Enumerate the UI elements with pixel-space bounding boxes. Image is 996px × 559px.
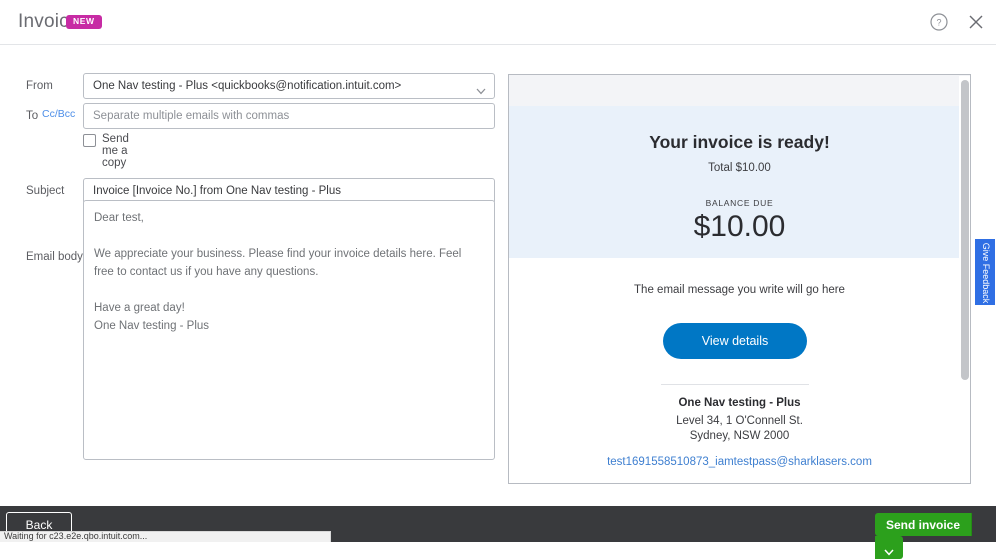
status-bar-text: Waiting for c23.e2e.qbo.intuit.com...	[4, 531, 147, 541]
browser-status-bar: Waiting for c23.e2e.qbo.intuit.com...	[0, 531, 331, 542]
help-circle-icon[interactable]: ?	[928, 11, 950, 33]
preview-divider	[661, 384, 809, 385]
send-invoice-button[interactable]: Send invoice	[875, 513, 971, 536]
email-form: From To Cc/Bcc Send me a copy Subject In…	[0, 45, 506, 497]
send-invoice-dropdown-button[interactable]	[875, 536, 903, 559]
new-badge: NEW	[66, 15, 102, 29]
preview-message-placeholder: The email message you write will go here	[509, 284, 970, 296]
preview-scrollbar-track[interactable]	[959, 76, 971, 484]
to-label: To	[26, 110, 38, 122]
preview-business-email[interactable]: test1691558510873_iamtestpass@sharklaser…	[509, 456, 970, 468]
from-select-wrapper[interactable]	[83, 73, 495, 99]
from-select[interactable]	[83, 73, 495, 99]
preview-hero-title: Your invoice is ready!	[509, 132, 970, 153]
email-body-label: Email body	[26, 251, 83, 263]
chevron-down-icon	[884, 544, 894, 551]
email-body-textarea[interactable]	[83, 200, 495, 460]
cc-bcc-link[interactable]: Cc/Bcc	[42, 108, 75, 120]
send-copy-checkbox[interactable]	[83, 134, 96, 147]
svg-text:?: ?	[936, 18, 941, 28]
view-details-button[interactable]: View details	[663, 323, 807, 359]
preview-balance-amount: $10.00	[509, 210, 970, 244]
give-feedback-tab[interactable]: Give Feedback	[974, 238, 996, 306]
give-feedback-label: Give Feedback	[975, 239, 996, 307]
subject-label: Subject	[26, 185, 64, 197]
preview-business-name: One Nav testing - Plus	[509, 397, 970, 409]
preview-total-line: Total $10.00	[509, 162, 970, 174]
preview-top-strip	[509, 75, 970, 106]
email-preview-panel: Your invoice is ready! Total $10.00 BALA…	[508, 74, 971, 484]
dialog-header: Invoice NEW ?	[0, 0, 996, 45]
send-invoice-divider	[971, 513, 972, 536]
to-input[interactable]	[83, 103, 495, 129]
preview-balance-label: BALANCE DUE	[509, 198, 970, 208]
from-label: From	[26, 80, 53, 92]
send-invoice-group: Send invoice	[875, 513, 996, 536]
send-copy-label: Send me a copy	[102, 133, 129, 169]
close-icon[interactable]	[965, 11, 987, 33]
preview-address-line1: Level 34, 1 O'Connell St.	[509, 415, 970, 427]
preview-scrollbar-thumb[interactable]	[961, 80, 969, 380]
preview-address-line2: Sydney, NSW 2000	[509, 430, 970, 442]
